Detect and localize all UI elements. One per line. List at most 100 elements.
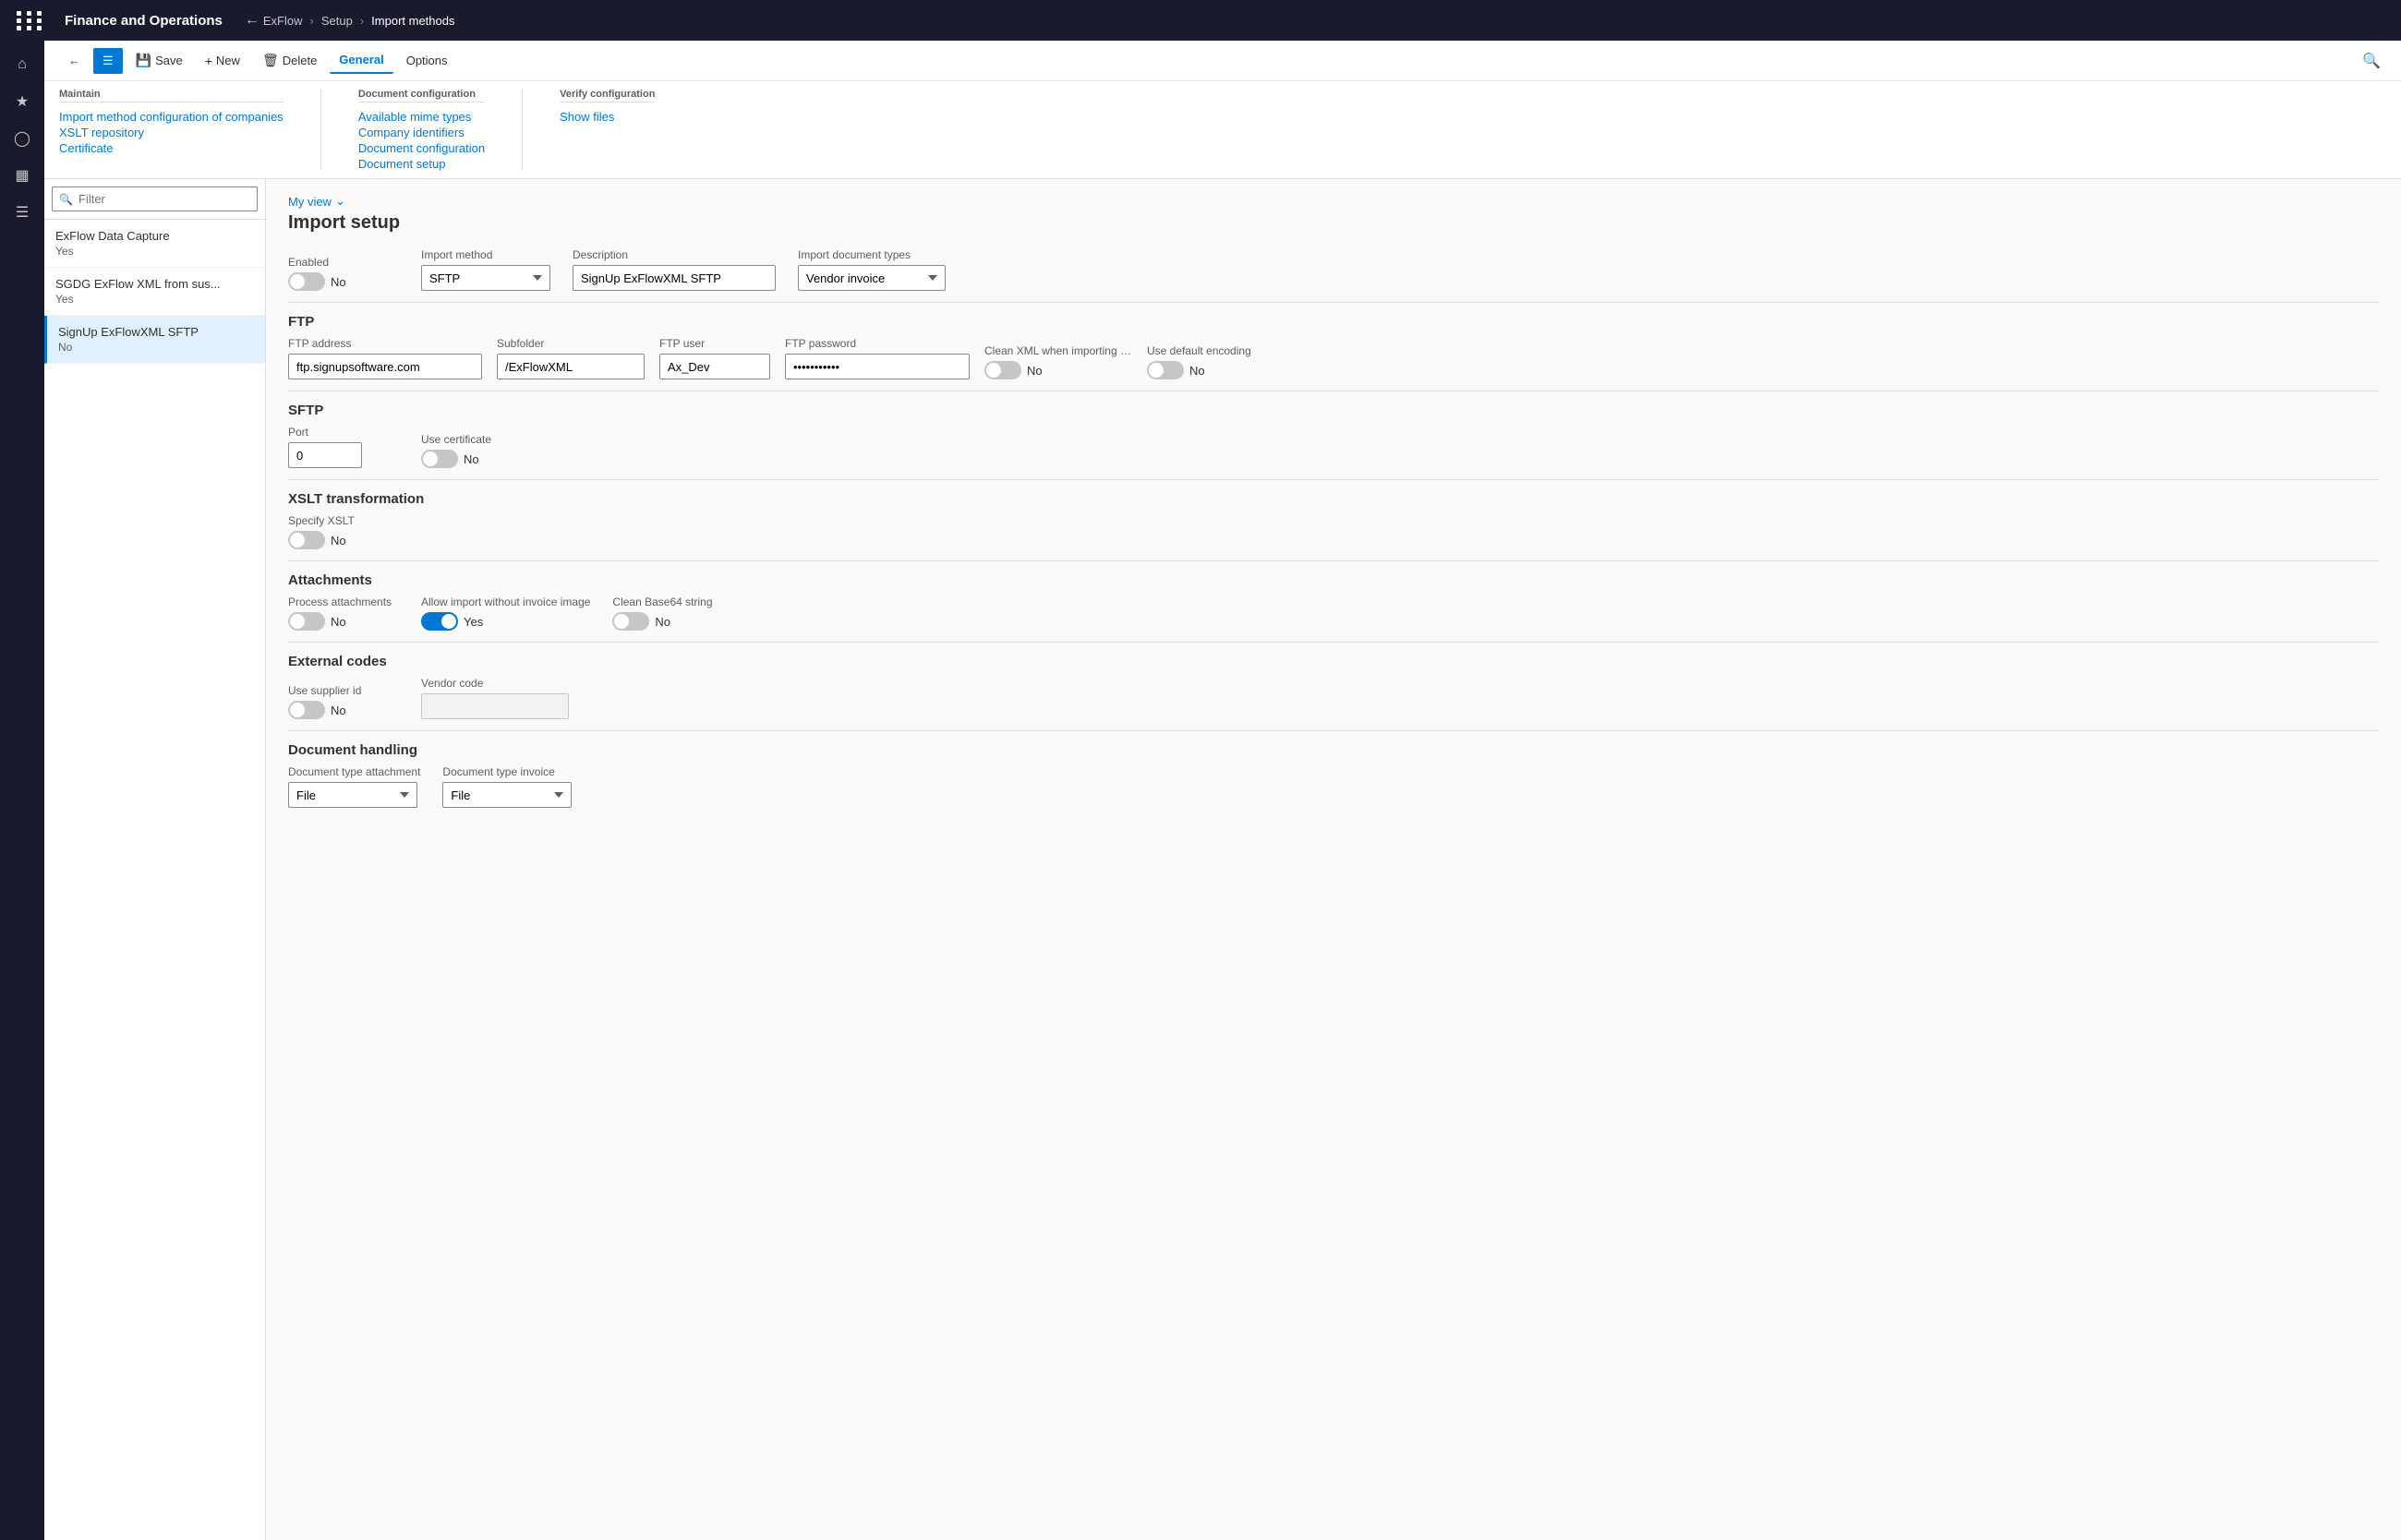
breadcrumb-back[interactable]: ←: [245, 12, 259, 29]
use-default-toggle-wrap: No: [1147, 361, 1258, 379]
list-item-title-0: ExFlow Data Capture: [55, 229, 254, 243]
ribbon-link-mime-types[interactable]: Available mime types: [358, 110, 485, 124]
specify-xslt-label: Specify XSLT: [288, 514, 399, 527]
filter-input[interactable]: [52, 186, 258, 211]
detail-panel: My view ⌄ Import setup Enabled No Import…: [266, 179, 2401, 1540]
ribbon-link-xslt[interactable]: XSLT repository: [59, 126, 284, 139]
breadcrumb-setup[interactable]: Setup: [321, 14, 353, 28]
top-fields: Enabled No Import method SFTP Descrip: [288, 248, 2379, 291]
sidebar-icon-workspaces[interactable]: ▦: [6, 159, 39, 192]
allow-import-field: Allow import without invoice image Yes: [421, 596, 590, 631]
ribbon-maintain: Maintain Import method configuration of …: [59, 89, 284, 171]
ftp-address-input[interactable]: [288, 354, 482, 379]
ribbon-doc-config: Document configuration Available mime ty…: [358, 89, 485, 171]
ribbon-link-doc-config[interactable]: Document configuration: [358, 141, 485, 155]
list-item-sub-2: No: [58, 341, 254, 354]
ext-codes-fields: Use supplier id No Vendor code: [288, 677, 2379, 719]
ftp-address-field: FTP address: [288, 337, 482, 379]
main-content: ← ☰ 💾 Save + New 🗑 Delete General Option…: [44, 41, 2401, 1540]
breadcrumb-exflow[interactable]: ExFlow: [263, 14, 303, 28]
specify-xslt-toggle[interactable]: [288, 531, 325, 549]
xslt-fields: Specify XSLT No: [288, 514, 2379, 549]
use-supplier-toggle[interactable]: [288, 701, 325, 719]
doc-type-invoice-select[interactable]: File: [442, 782, 572, 808]
clean-xml-toggle[interactable]: [984, 361, 1021, 379]
waffle-menu[interactable]: [11, 6, 50, 36]
specify-xslt-toggle-wrap: No: [288, 531, 399, 549]
list-item-title-1: SGDG ExFlow XML from sus...: [55, 277, 254, 291]
ribbon-link-import-config[interactable]: Import method configuration of companies: [59, 110, 284, 124]
use-supplier-label: Use supplier id: [288, 684, 399, 697]
my-view[interactable]: My view ⌄: [288, 194, 2379, 209]
tab-general[interactable]: General: [330, 47, 392, 74]
ftp-fields: FTP address Subfolder FTP user FTP passw…: [288, 337, 2379, 379]
clean-xml-field: Clean XML when importing using FTP/... N…: [984, 344, 1132, 379]
save-button[interactable]: 💾 Save: [127, 47, 192, 74]
process-attach-field: Process attachments No: [288, 596, 399, 631]
delete-button[interactable]: 🗑 Delete: [253, 47, 326, 74]
toggle-list-button[interactable]: ☰: [93, 48, 123, 74]
clean-base64-toggle[interactable]: [612, 612, 649, 631]
use-cert-value: No: [464, 452, 479, 466]
subfolder-label: Subfolder: [497, 337, 645, 350]
import-method-label: Import method: [421, 248, 550, 261]
process-attach-value: No: [331, 615, 346, 629]
new-button[interactable]: + New: [196, 48, 249, 74]
verify-label: Verify configuration: [560, 89, 655, 102]
subfolder-input[interactable]: [497, 354, 645, 379]
clean-xml-toggle-wrap: No: [984, 361, 1132, 379]
list-item-0[interactable]: ExFlow Data Capture Yes: [44, 220, 265, 268]
allow-import-toggle[interactable]: [421, 612, 458, 631]
sidebar-icon-modules[interactable]: ☰: [6, 196, 39, 229]
list-item-1[interactable]: SGDG ExFlow XML from sus... Yes: [44, 268, 265, 316]
vendor-code-input[interactable]: [421, 693, 569, 719]
use-cert-toggle[interactable]: [421, 450, 458, 468]
list-item-2[interactable]: SignUp ExFlowXML SFTP No: [44, 316, 265, 364]
ribbon-link-certificate[interactable]: Certificate: [59, 141, 284, 155]
import-doc-types-select[interactable]: Vendor invoice: [798, 265, 946, 291]
process-attach-toggle[interactable]: [288, 612, 325, 631]
back-button[interactable]: ←: [59, 48, 90, 73]
maintain-links: Import method configuration of companies…: [59, 110, 284, 155]
tab-options[interactable]: Options: [397, 48, 457, 73]
import-method-field: Import method SFTP: [421, 248, 550, 291]
filter-wrap: 🔍: [52, 186, 258, 211]
clean-base64-label: Clean Base64 string: [612, 596, 723, 608]
sidebar-icon-favorites[interactable]: ★: [6, 85, 39, 118]
ftp-user-label: FTP user: [659, 337, 770, 350]
doc-type-attach-label: Document type attachment: [288, 765, 420, 778]
use-supplier-field: Use supplier id No: [288, 684, 399, 719]
list-item-sub-1: Yes: [55, 293, 254, 306]
ftp-password-field: FTP password: [785, 337, 970, 379]
allow-import-label: Allow import without invoice image: [421, 596, 590, 608]
list-item-title-2: SignUp ExFlowXML SFTP: [58, 325, 254, 339]
ftp-user-input[interactable]: [659, 354, 770, 379]
use-supplier-toggle-wrap: No: [288, 701, 399, 719]
process-attach-toggle-wrap: No: [288, 612, 399, 631]
use-default-toggle[interactable]: [1147, 361, 1184, 379]
clean-base64-field: Clean Base64 string No: [612, 596, 723, 631]
page-title: Import setup: [288, 212, 2379, 234]
ext-codes-section-header: External codes: [288, 642, 2379, 677]
search-button[interactable]: 🔍: [2357, 46, 2386, 76]
port-input[interactable]: [288, 442, 362, 468]
ribbon-link-company-id[interactable]: Company identifiers: [358, 126, 485, 139]
breadcrumb-active: Import methods: [371, 14, 454, 28]
vendor-code-field: Vendor code: [421, 677, 569, 719]
sidebar: ⌂ ★ ◯ ▦ ☰: [0, 41, 44, 1540]
use-cert-toggle-wrap: No: [421, 450, 532, 468]
attachments-section-header: Attachments: [288, 560, 2379, 596]
ftp-password-input[interactable]: [785, 354, 970, 379]
doc-type-attach-select[interactable]: File: [288, 782, 417, 808]
doc-type-invoice-label: Document type invoice: [442, 765, 572, 778]
ribbon-link-doc-setup[interactable]: Document setup: [358, 157, 485, 171]
import-method-select[interactable]: SFTP: [421, 265, 550, 291]
enabled-toggle[interactable]: [288, 272, 325, 291]
use-default-value: No: [1189, 364, 1205, 378]
sidebar-icon-recent[interactable]: ◯: [6, 122, 39, 155]
vendor-code-label: Vendor code: [421, 677, 569, 690]
sidebar-icon-home[interactable]: ⌂: [6, 48, 39, 81]
description-input[interactable]: [573, 265, 776, 291]
ftp-address-label: FTP address: [288, 337, 482, 350]
ribbon-link-show-files[interactable]: Show files: [560, 110, 655, 124]
